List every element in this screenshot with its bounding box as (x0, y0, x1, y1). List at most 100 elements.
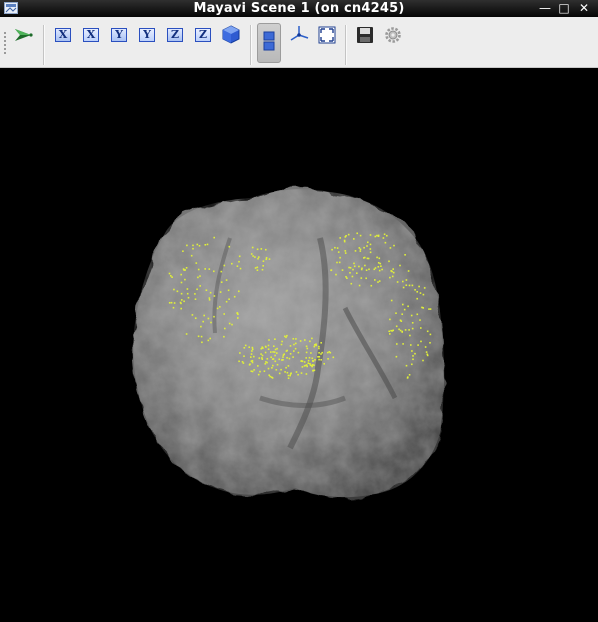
sensor-point (422, 359, 424, 362)
sensor-point (227, 289, 230, 292)
sensor-point (306, 347, 309, 350)
sensor-point (260, 347, 263, 350)
maximize-button[interactable]: □ (556, 1, 572, 16)
sensor-point (428, 308, 430, 310)
sensor-point (344, 252, 347, 254)
sensor-point (370, 284, 373, 287)
isometric-view-icon[interactable] (219, 23, 243, 47)
sensor-point (241, 361, 244, 363)
sensor-point (184, 278, 186, 281)
axes-indicator-icon[interactable] (287, 23, 311, 47)
mayavi-engine-icon[interactable] (11, 23, 35, 47)
sensor-point (305, 345, 308, 348)
sensor-point (404, 329, 407, 331)
sensor-point (261, 354, 264, 357)
sensor-point (314, 344, 316, 346)
sensor-point (237, 317, 239, 319)
configure-icon[interactable] (381, 23, 405, 47)
sensor-point (186, 288, 189, 290)
sensor-point (396, 343, 398, 345)
sensor-point (228, 298, 230, 300)
sensor-point (289, 345, 292, 347)
sensor-point (238, 260, 240, 263)
view-y-plus-icon[interactable]: Y (107, 23, 131, 47)
sensor-point (243, 355, 245, 357)
sensor-point (332, 356, 335, 359)
sensor-point (323, 363, 325, 365)
sensor-point (377, 281, 379, 283)
sensor-point (414, 352, 416, 355)
sensor-point (223, 335, 225, 338)
sensor-point (401, 331, 403, 333)
sensor-point (339, 256, 341, 259)
sensor-point (264, 345, 267, 348)
sensor-point (403, 308, 406, 311)
full-screen-icon[interactable] (315, 23, 339, 47)
sensor-point (231, 262, 233, 265)
sensor-point (326, 351, 329, 354)
sensor-point (252, 255, 254, 257)
sensor-point (335, 273, 337, 276)
sensor-point (390, 299, 393, 302)
minimize-button[interactable]: — (537, 1, 553, 16)
sensor-point (259, 370, 261, 373)
sensor-point (180, 292, 183, 295)
sensor-point (251, 359, 254, 362)
sensor-point (429, 308, 432, 310)
title-bar[interactable]: Mayavi Scene 1 (on cn4245) — □ ✕ (0, 0, 598, 17)
sensor-point (378, 269, 381, 272)
sensor-point (388, 330, 390, 333)
sensor-point (315, 344, 317, 347)
sensor-point (402, 280, 404, 283)
sensor-point (282, 356, 284, 358)
toolbar-grip[interactable] (3, 31, 7, 55)
sensor-point (423, 287, 426, 289)
sensor-point (260, 353, 262, 355)
parallel-projection-toggle-icon[interactable] (257, 23, 281, 63)
sensor-point (416, 297, 418, 300)
sensor-point (254, 267, 257, 269)
sensor-point (297, 351, 300, 354)
sensor-point (263, 370, 266, 372)
sensor-point (262, 265, 264, 267)
sensor-point (353, 262, 355, 265)
sensor-point (197, 268, 200, 271)
sensor-point (359, 250, 362, 252)
sensor-point (396, 281, 399, 283)
sensor-point (250, 253, 253, 255)
sensor-point (231, 323, 233, 326)
sensor-point (337, 251, 340, 253)
sensor-point (395, 355, 398, 358)
view-x-minus-icon[interactable]: X (79, 23, 103, 47)
sensor-point (280, 368, 282, 371)
sensor-point (364, 264, 366, 267)
sensor-point (262, 260, 265, 262)
view-x-plus-icon[interactable]: X (51, 23, 75, 47)
sensor-point (272, 351, 274, 353)
sensor-point (420, 327, 422, 329)
sensor-point (207, 317, 210, 320)
sensor-point (343, 239, 346, 242)
view-z-plus-icon[interactable]: Z (163, 23, 187, 47)
sensor-point (411, 363, 413, 366)
sensor-point (384, 241, 387, 244)
sensor-point (309, 340, 311, 343)
sensor-point (406, 377, 409, 379)
view-z-minus-icon[interactable]: Z (191, 23, 215, 47)
view-y-minus-icon[interactable]: Y (135, 23, 159, 47)
sensor-point (295, 371, 298, 373)
save-icon[interactable] (353, 23, 377, 47)
sensor-point (352, 268, 354, 271)
sensor-point (209, 337, 211, 340)
sensor-point (404, 254, 406, 256)
sensor-point (278, 372, 281, 375)
sensor-point (388, 260, 390, 263)
sensor-point (405, 284, 408, 286)
sensor-point (392, 271, 395, 274)
sensor-point (317, 356, 319, 358)
sensor-point (251, 346, 254, 349)
sensor-point (236, 312, 239, 314)
close-button[interactable]: ✕ (576, 1, 592, 16)
sensor-point (290, 372, 292, 374)
scene-viewport[interactable] (0, 68, 598, 618)
